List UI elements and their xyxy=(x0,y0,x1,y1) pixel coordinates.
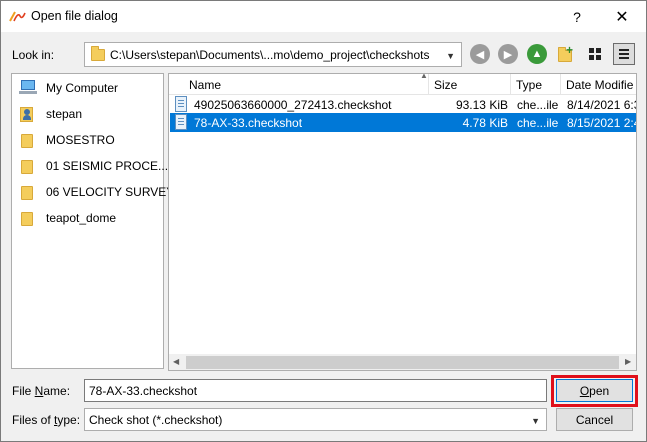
file-name: 49025063660000_272413.checkshot xyxy=(194,98,392,112)
folder-icon xyxy=(21,160,33,174)
sidebar-item-label: MOSESTRO xyxy=(46,133,115,147)
sidebar-item-stepan[interactable]: stepan xyxy=(12,102,163,126)
help-button[interactable]: ? xyxy=(554,1,600,32)
up-folder-button[interactable]: ▲ xyxy=(527,44,547,64)
column-headers: Name ▲ Size Type Date Modifie xyxy=(169,73,636,95)
title-bar: Open file dialog ? ✕ xyxy=(1,1,646,32)
column-header-date-modified[interactable]: Date Modifie xyxy=(561,74,636,95)
checkshot-file-icon xyxy=(175,114,187,130)
files-of-type-combo[interactable]: Check shot (*.checkshot) ▼ xyxy=(84,408,547,431)
sidebar-item-teapot-dome[interactable]: teapot_dome xyxy=(12,206,163,230)
files-of-type-value: Check shot (*.checkshot) xyxy=(89,413,223,427)
horizontal-scrollbar[interactable]: ◀ ▶ xyxy=(169,354,636,370)
folder-icon xyxy=(21,212,33,226)
look-in-combo[interactable]: C:\Users\stepan\Documents\...mo\demo_pro… xyxy=(84,42,462,67)
sidebar-item-my-computer[interactable]: My Computer xyxy=(12,76,163,100)
file-name-label: File Name: xyxy=(12,384,71,398)
sidebar-item-label: 06 VELOCITY SURVEY xyxy=(46,185,175,199)
sidebar-item-label: My Computer xyxy=(46,81,119,95)
folder-icon xyxy=(21,134,33,148)
file-list: Name ▲ Size Type Date Modifie 4902506366… xyxy=(168,73,637,371)
column-header-size[interactable]: Size xyxy=(429,74,511,95)
list-view-button[interactable] xyxy=(584,43,606,65)
file-size: 4.78 KiB xyxy=(462,116,508,130)
cancel-button[interactable]: Cancel xyxy=(556,408,633,431)
table-row-selected[interactable]: 78-AX-33.checkshot 4.78 KiB che...ile 8/… xyxy=(170,113,637,132)
file-date: 8/15/2021 2:4 xyxy=(567,116,637,130)
open-file-dialog: Open file dialog ? ✕ Look in: C:\Users\s… xyxy=(0,0,647,442)
folder-icon xyxy=(91,46,105,61)
plus-icon: + xyxy=(566,43,574,57)
file-size: 93.13 KiB xyxy=(455,98,508,112)
new-folder-button[interactable]: + xyxy=(557,43,575,63)
checkshot-file-icon xyxy=(175,96,187,112)
chevron-down-icon: ▼ xyxy=(446,51,455,61)
forward-button[interactable]: ▶ xyxy=(498,44,518,64)
file-type: che...ile xyxy=(517,98,559,112)
folder-icon xyxy=(21,186,33,200)
app-logo-icon xyxy=(9,11,26,22)
sidebar: My Computer stepan MOSESTRO 01 SEISMIC P… xyxy=(11,73,174,369)
sidebar-item-seismic[interactable]: 01 SEISMIC PROCE... xyxy=(12,154,168,178)
user-folder-icon xyxy=(20,105,34,123)
scrollbar-thumb[interactable] xyxy=(186,356,619,369)
table-row[interactable]: 49025063660000_272413.checkshot 93.13 Ki… xyxy=(170,95,637,114)
up-arrow-icon: ▲ xyxy=(531,48,543,60)
back-icon: ◀ xyxy=(475,48,485,61)
highlight-box xyxy=(551,375,638,407)
file-date: 8/14/2021 6:3 xyxy=(567,98,637,112)
scroll-right-icon[interactable]: ▶ xyxy=(625,357,631,366)
detail-view-button[interactable] xyxy=(613,43,635,65)
back-button[interactable]: ◀ xyxy=(470,44,490,64)
sidebar-item-label: 01 SEISMIC PROCE... xyxy=(46,159,169,173)
sidebar-item-label: stepan xyxy=(46,107,83,121)
sort-ascending-icon: ▲ xyxy=(420,73,428,80)
sidebar-item-mosestro[interactable]: MOSESTRO xyxy=(12,128,163,152)
file-name-input[interactable]: 78-AX-33.checkshot xyxy=(84,379,547,402)
file-name: 78-AX-33.checkshot xyxy=(194,116,303,130)
look-in-label: Look in: xyxy=(12,48,55,62)
file-type: che...ile xyxy=(517,116,559,130)
close-button[interactable]: ✕ xyxy=(599,1,645,32)
chevron-down-icon: ▼ xyxy=(531,416,540,426)
current-path: C:\Users\stepan\Documents\...mo\demo_pro… xyxy=(110,48,430,62)
sidebar-item-label: teapot_dome xyxy=(46,211,117,225)
computer-icon xyxy=(19,79,37,95)
detail-view-icon xyxy=(619,49,629,59)
scroll-left-icon[interactable]: ◀ xyxy=(173,357,179,366)
window-title: Open file dialog xyxy=(31,9,118,23)
files-of-type-label: Files of type: xyxy=(12,413,81,427)
sidebar-item-velocity-survey[interactable]: 06 VELOCITY SURVEY xyxy=(12,180,174,204)
column-header-type[interactable]: Type xyxy=(511,74,561,95)
column-header-name[interactable]: Name xyxy=(169,74,429,95)
forward-icon: ▶ xyxy=(503,48,513,61)
list-view-icon xyxy=(589,48,601,60)
